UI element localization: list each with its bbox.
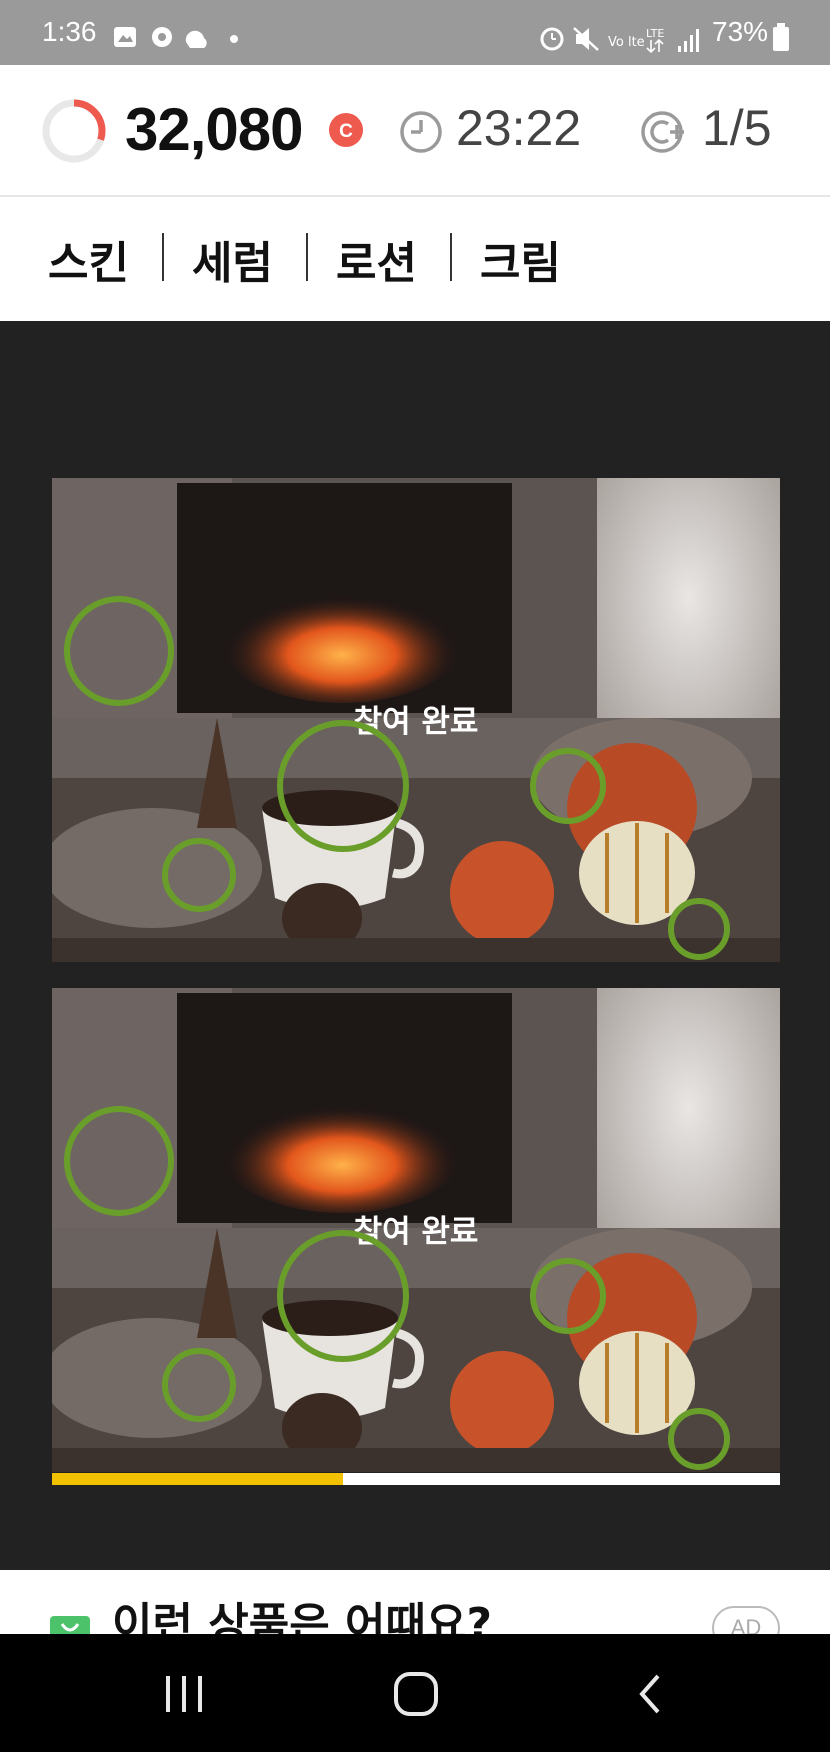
found-spot-marker (64, 596, 174, 706)
timer-text: 23:22 (456, 100, 582, 156)
recent-apps-icon[interactable] (162, 1672, 206, 1716)
tab-cream[interactable]: 크림 (480, 227, 561, 291)
tab-serum[interactable]: 세럼 (192, 227, 273, 291)
shopping-bag-icon (50, 1616, 90, 1634)
found-spot-marker (162, 1348, 236, 1422)
found-spot-marker (668, 898, 730, 960)
spot-difference-game: 참여 완료 참여 완료 (0, 321, 830, 1570)
battery-percent: 73% (712, 16, 769, 47)
network-text: LTE (646, 27, 664, 40)
game-header: 32,080 C 23:22 1/5 (0, 65, 830, 197)
points-ring-icon (42, 99, 106, 163)
tab-divider (450, 233, 452, 281)
tab-lotion[interactable]: 로션 (336, 227, 417, 291)
found-spot-marker (530, 1258, 606, 1334)
tab-divider (162, 233, 164, 281)
system-status-icons: Vo lte LTE (540, 27, 699, 54)
coin-badge-text: C (339, 121, 353, 142)
notification-icons (114, 27, 238, 48)
status-bar: 1:36 Vo lte LTE 73% (0, 0, 830, 65)
completed-label: 참여 완료 (353, 1214, 479, 1250)
bottom-puzzle-image[interactable]: 참여 완료 (52, 988, 780, 1472)
battery-icon (773, 23, 789, 51)
round-progress: 1/5 (702, 100, 772, 156)
game-progress-fill (52, 1473, 344, 1485)
back-icon[interactable] (632, 1672, 668, 1716)
status-time: 1:36 (42, 16, 97, 47)
tab-divider (306, 233, 308, 281)
game-progress-bar (52, 1473, 780, 1485)
svg-text:Vo lte: Vo lte (608, 35, 645, 50)
tab-skin[interactable]: 스킨 (48, 227, 129, 291)
clock-icon (400, 111, 442, 153)
points-balance: 32,080 (125, 96, 304, 163)
found-spot-marker (277, 720, 409, 852)
system-nav-bar (0, 1634, 830, 1752)
completed-label: 참여 완료 (353, 704, 479, 740)
home-icon[interactable] (392, 1670, 440, 1718)
ad-section: 이런 상품은 어때요? AD (0, 1570, 830, 1634)
found-spot-marker (668, 1408, 730, 1470)
category-tabs: 스킨 세럼 로션 크림 (0, 197, 830, 321)
ad-title[interactable]: 이런 상품은 어때요? (112, 1588, 492, 1634)
coin-plus-icon (641, 111, 684, 153)
found-spot-marker (162, 838, 236, 912)
top-puzzle-image[interactable]: 참여 완료 (52, 478, 780, 962)
found-spot-marker (64, 1106, 174, 1216)
found-spot-marker (277, 1230, 409, 1362)
found-spot-marker (530, 748, 606, 824)
ad-badge: AD (712, 1606, 780, 1634)
coin-icon: C (329, 113, 363, 147)
